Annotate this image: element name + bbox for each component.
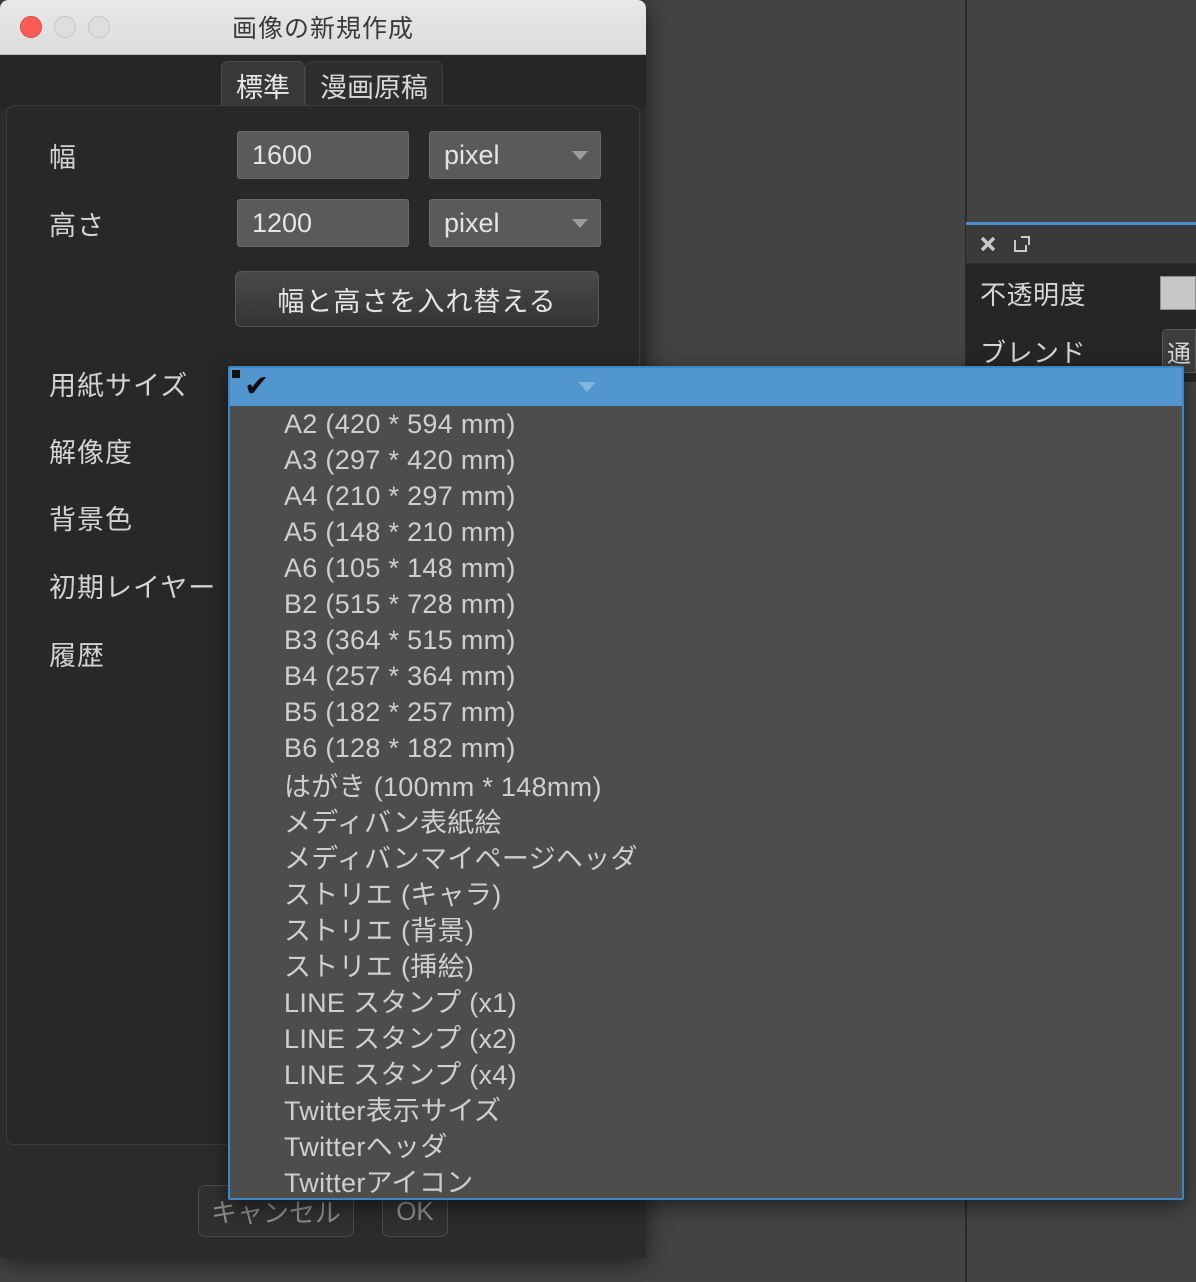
dropdown-item-label: A3 (297 * 420 mm) [284, 444, 516, 475]
dropdown-item-label: B3 (364 * 515 mm) [284, 624, 516, 655]
opacity-input[interactable] [1160, 276, 1196, 310]
dropdown-item-label: LINE スタンプ (x1) [284, 987, 517, 1018]
dropdown-item-label: はがき (100mm * 148mm) [284, 771, 602, 802]
close-icon[interactable] [978, 234, 998, 254]
dropdown-item-label: Twitterアイコン [284, 1167, 474, 1198]
dropdown-item-selected[interactable]: ✔ [230, 368, 1182, 406]
dropdown-item[interactable]: Twitterアイコン [230, 1162, 1182, 1198]
paper-size-dropdown-popup[interactable]: ✔ A2 (420 * 594 mm) A3 (297 * 420 mm) A4 (2… [228, 366, 1184, 1200]
width-unit-value: pixel [444, 139, 500, 170]
dialog-titlebar: 画像の新規作成 [0, 0, 646, 55]
dropdown-item[interactable]: LINE スタンプ (x4) [230, 1054, 1182, 1090]
opacity-row: 不透明度 [966, 264, 1196, 322]
dropdown-item-label: B4 (257 * 364 mm) [284, 660, 516, 691]
dropdown-item-label: B5 (182 * 257 mm) [284, 696, 516, 727]
screen-root: 不透明度 ブレンド 通 画像の新規作成 標準 漫画原稿 幅 1600 pixel… [0, 0, 1196, 1282]
dropdown-item-label: LINE スタンプ (x2) [284, 1023, 517, 1054]
check-icon: ✔ [244, 370, 270, 403]
width-row: 幅 1600 pixel [7, 128, 639, 182]
chevron-down-icon [578, 382, 596, 392]
dropdown-item[interactable]: Twitterヘッダ [230, 1126, 1182, 1162]
resolution-label: 解像度 [49, 437, 133, 468]
dropdown-item-label: ストリエ (キャラ) [284, 879, 502, 910]
minimize-button[interactable] [54, 16, 76, 38]
width-input[interactable]: 1600 [237, 131, 409, 179]
chevron-down-icon [572, 150, 588, 160]
panel-titlebar [966, 225, 1196, 264]
width-label: 幅 [49, 142, 77, 173]
dropdown-item[interactable]: B3 (364 * 515 mm) [230, 622, 1182, 658]
swap-width-height-button[interactable]: 幅と高さを入れ替える [235, 271, 599, 327]
blend-label: ブレンド [980, 337, 1087, 368]
dropdown-item-label: B2 (515 * 728 mm) [284, 588, 516, 619]
dropdown-item[interactable]: メディバンマイページヘッダ [230, 838, 1182, 874]
dropdown-item[interactable]: B2 (515 * 728 mm) [230, 586, 1182, 622]
dropdown-item[interactable]: LINE スタンプ (x1) [230, 982, 1182, 1018]
dropdown-item-label: ストリエ (背景) [284, 915, 475, 946]
dropdown-item-label: Twitterヘッダ [284, 1131, 448, 1162]
dropdown-item[interactable]: メディバン表紙絵 [230, 802, 1182, 838]
dropdown-item-label: B6 (128 * 182 mm) [284, 732, 516, 763]
dropdown-item[interactable]: はがき (100mm * 148mm) [230, 766, 1182, 802]
dropdown-item[interactable]: ストリエ (挿絵) [230, 946, 1182, 982]
layer-properties-panel: 不透明度 ブレンド 通 [966, 222, 1196, 382]
tab-standard[interactable]: 標準 [221, 61, 305, 108]
dropdown-item[interactable]: A2 (420 * 594 mm) [230, 406, 1182, 442]
expand-icon[interactable] [1012, 234, 1032, 254]
panel-body: 不透明度 ブレンド 通 [966, 264, 1196, 380]
initial-layer-label: 初期レイヤー [49, 572, 217, 603]
dropdown-item[interactable]: A3 (297 * 420 mm) [230, 442, 1182, 478]
dropdown-item[interactable]: A6 (105 * 148 mm) [230, 550, 1182, 586]
dropdown-item-label: Twitter表示サイズ [284, 1095, 502, 1126]
height-unit-value: pixel [444, 207, 500, 238]
dropdown-item[interactable]: A4 (210 * 297 mm) [230, 478, 1182, 514]
dropdown-item[interactable]: B5 (182 * 257 mm) [230, 694, 1182, 730]
dropdown-item[interactable]: ストリエ (背景) [230, 910, 1182, 946]
dropdown-item-label: A4 (210 * 297 mm) [284, 480, 516, 511]
height-label: 高さ [49, 210, 105, 241]
selection-corner-marker [232, 370, 240, 378]
dropdown-item-label: ストリエ (挿絵) [284, 951, 475, 982]
opacity-label: 不透明度 [980, 279, 1087, 310]
tab-bar: 標準 漫画原稿 [0, 55, 646, 108]
background-color-label: 背景色 [49, 504, 133, 535]
chevron-down-icon [572, 218, 588, 228]
dropdown-item[interactable]: B4 (257 * 364 mm) [230, 658, 1182, 694]
height-input[interactable]: 1200 [237, 199, 409, 247]
width-unit-select[interactable]: pixel [429, 131, 601, 179]
tab-manga-manuscript[interactable]: 漫画原稿 [305, 61, 443, 108]
dropdown-item[interactable]: Twitter表示サイズ [230, 1090, 1182, 1126]
dropdown-item-label: A5 (148 * 210 mm) [284, 516, 516, 547]
dropdown-item-label: A2 (420 * 594 mm) [284, 408, 516, 439]
dropdown-item-label: メディバンマイページヘッダ [284, 843, 638, 874]
history-label: 履歴 [49, 640, 105, 671]
close-button[interactable] [20, 16, 42, 38]
dropdown-item[interactable]: A5 (148 * 210 mm) [230, 514, 1182, 550]
dropdown-item[interactable]: LINE スタンプ (x2) [230, 1018, 1182, 1054]
dropdown-item-label: LINE スタンプ (x4) [284, 1059, 517, 1090]
dropdown-item[interactable]: ストリエ (キャラ) [230, 874, 1182, 910]
paper-size-label: 用紙サイズ [49, 370, 189, 401]
height-row: 高さ 1200 pixel [7, 196, 639, 250]
dropdown-list: ✔ A2 (420 * 594 mm) A3 (297 * 420 mm) A4 (2… [230, 368, 1182, 1198]
dropdown-item-label: A6 (105 * 148 mm) [284, 552, 516, 583]
dropdown-item-label: メディバン表紙絵 [284, 807, 502, 838]
height-unit-select[interactable]: pixel [429, 199, 601, 247]
traffic-lights [0, 16, 110, 38]
maximize-button[interactable] [88, 16, 110, 38]
dropdown-item[interactable]: B6 (128 * 182 mm) [230, 730, 1182, 766]
